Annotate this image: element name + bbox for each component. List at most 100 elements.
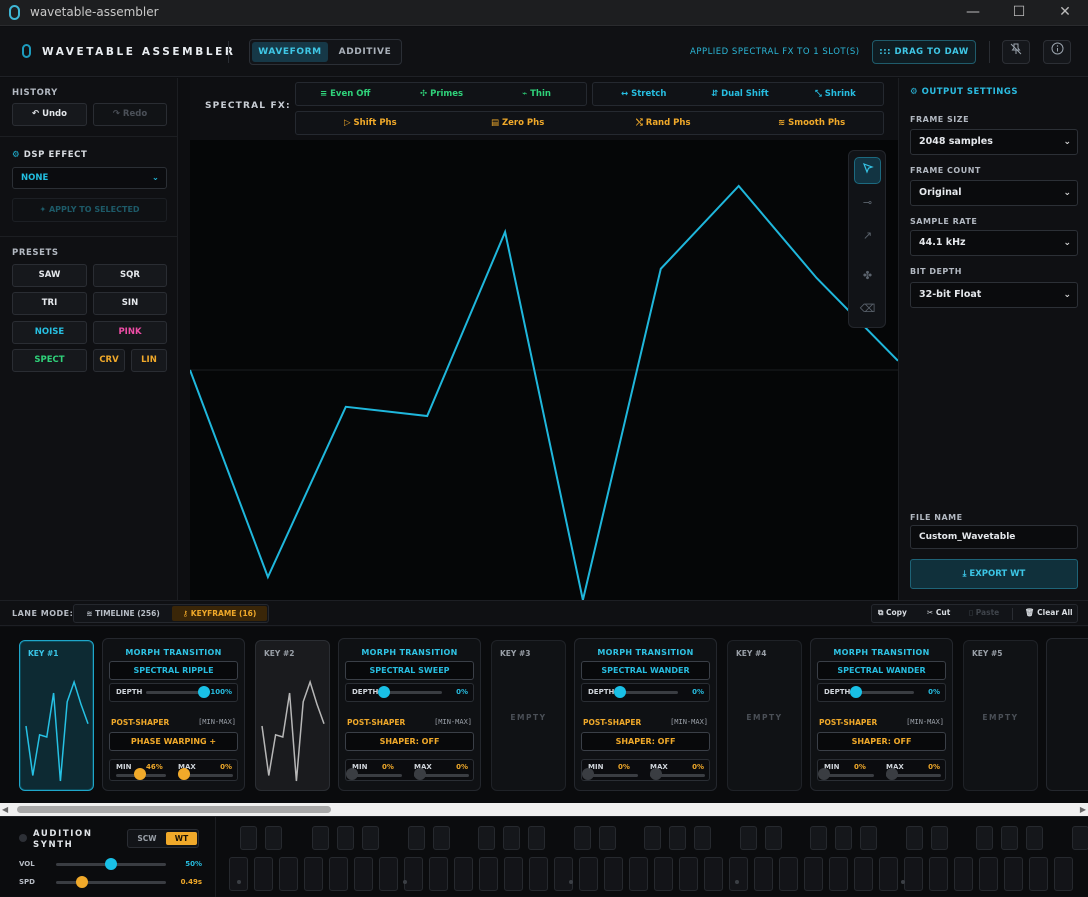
piano-key-white[interactable] [629, 857, 648, 891]
min-slider-thumb[interactable] [582, 768, 594, 780]
piano-key-white[interactable] [454, 857, 473, 891]
piano-key-black[interactable] [644, 826, 661, 850]
min-slider-thumb[interactable] [134, 768, 146, 780]
preset-spect-button[interactable]: SPECT [12, 349, 87, 372]
max-slider-thumb[interactable] [414, 768, 426, 780]
piano-key-white[interactable] [929, 857, 948, 891]
piano-key-white[interactable] [779, 857, 798, 891]
fx-smooth-phs-button[interactable]: ≋ Smooth Phs [778, 112, 845, 134]
piano-key-white[interactable] [704, 857, 723, 891]
piano-key-white[interactable] [754, 857, 773, 891]
piano-key-white[interactable] [1054, 857, 1073, 891]
fx-rand-phs-button[interactable]: ⤭ Rand Phs [636, 112, 691, 134]
preset-sqr-button[interactable]: SQR [93, 264, 167, 287]
piano-key-white[interactable] [554, 857, 573, 891]
max-slider-thumb[interactable] [650, 768, 662, 780]
piano-key-white[interactable] [429, 857, 448, 891]
piano-key-black[interactable] [362, 826, 379, 850]
piano-key-white[interactable] [254, 857, 273, 891]
piano-key-black[interactable] [433, 826, 450, 850]
spd-track[interactable] [56, 881, 166, 884]
morph-type-select[interactable]: SPECTRAL SWEEP [345, 661, 474, 680]
piano-key-black[interactable] [408, 826, 425, 850]
piano-key-white[interactable] [1004, 857, 1023, 891]
frame-count-select[interactable]: Original ⌄ [910, 180, 1078, 206]
piano-key-white[interactable] [579, 857, 598, 891]
eraser-tool[interactable]: ⌫ [854, 296, 881, 323]
spd-slider-thumb[interactable] [75, 876, 88, 888]
piano-key-white[interactable] [279, 857, 298, 891]
piano-key-white[interactable] [379, 857, 398, 891]
depth-track[interactable] [618, 691, 678, 694]
piano-key-black[interactable] [976, 826, 993, 850]
piano-key-white[interactable] [879, 857, 898, 891]
shaper-select[interactable]: SHAPER: OFF [345, 732, 474, 751]
max-slider-thumb[interactable] [178, 768, 190, 780]
piano-key-white[interactable] [354, 857, 373, 891]
scroll-left-icon[interactable]: ◀ [2, 805, 8, 814]
fx-even-off-button[interactable]: ≡ Even Off [320, 83, 370, 105]
vol-slider-thumb[interactable] [105, 858, 117, 870]
piano-key-white[interactable] [804, 857, 823, 891]
apply-to-selected-button[interactable]: ✦ APPLY TO SELECTED [12, 198, 167, 222]
clear-all-button[interactable]: 🗑 Clear All [1025, 608, 1073, 617]
tab-timeline[interactable]: ≋ TIMELINE (256) [76, 606, 170, 621]
fx-thin-button[interactable]: ⌁ Thin [522, 83, 551, 105]
fx-stretch-button[interactable]: ↔ Stretch [621, 83, 666, 105]
depth-track[interactable] [854, 691, 914, 694]
depth-slider-thumb[interactable] [614, 686, 626, 698]
piano-key-black[interactable] [599, 826, 616, 850]
waveform-plot[interactable] [189, 140, 899, 601]
depth-slider-thumb[interactable] [378, 686, 390, 698]
piano-key-white[interactable] [904, 857, 923, 891]
cut-button[interactable]: ✂ Cut [927, 608, 950, 617]
piano-key-black[interactable] [810, 826, 827, 850]
unpin-button[interactable] [1002, 40, 1030, 64]
redo-button[interactable]: ↷ Redo [93, 103, 167, 126]
shaper-select[interactable]: SHAPER: OFF [581, 732, 710, 751]
horizontal-scrollbar[interactable]: ◀ ▶ [0, 803, 1088, 816]
depth-track[interactable] [382, 691, 442, 694]
wt-toggle[interactable]: WT [166, 832, 197, 845]
point-tool[interactable]: ⊸ [854, 190, 881, 217]
max-slider-thumb[interactable] [886, 768, 898, 780]
minimize-icon[interactable]: — [950, 0, 996, 26]
shaper-select[interactable]: PHASE WARPING + [109, 732, 238, 751]
file-name-input[interactable]: Custom_Wavetable [910, 525, 1078, 549]
fx-zero-phs-button[interactable]: ▤ Zero Phs [491, 112, 544, 134]
piano-key-white[interactable] [654, 857, 673, 891]
fx-shift-phs-button[interactable]: ▷ Shift Phs [344, 112, 397, 134]
piano-key-black[interactable] [1001, 826, 1018, 850]
piano-key-white[interactable] [854, 857, 873, 891]
waveform-line[interactable] [189, 184, 899, 601]
piano-key-white[interactable] [829, 857, 848, 891]
piano-key-black[interactable] [1026, 826, 1043, 850]
piano-key-white[interactable] [479, 857, 498, 891]
min-slider-thumb[interactable] [346, 768, 358, 780]
piano-key-white[interactable] [329, 857, 348, 891]
preset-tri-button[interactable]: TRI [12, 292, 87, 315]
piano-key-white[interactable] [1029, 857, 1048, 891]
morph-type-select[interactable]: SPECTRAL RIPPLE [109, 661, 238, 680]
piano-key-black[interactable] [240, 826, 257, 850]
fx-shrink-button[interactable]: ⤡ Shrink [815, 83, 856, 105]
piano-key-black[interactable] [265, 826, 282, 850]
piano-key-white[interactable] [979, 857, 998, 891]
piano-key-black[interactable] [835, 826, 852, 850]
keyframe-slot-5[interactable]: KEY #5 EMPTY [963, 640, 1038, 791]
shaper-select[interactable]: SHAPER: OFF [817, 732, 946, 751]
morph-type-select[interactable]: SPECTRAL WANDER [581, 661, 710, 680]
depth-slider-thumb[interactable] [198, 686, 210, 698]
paste-button[interactable]: ▯ Paste [969, 608, 999, 617]
drag-to-daw-button[interactable]: ::: DRAG TO DAW [872, 40, 976, 64]
piano-key-black[interactable] [574, 826, 591, 850]
frame-size-select[interactable]: 2048 samples ⌄ [910, 129, 1078, 155]
piano-key-black[interactable] [669, 826, 686, 850]
piano-key-black[interactable] [740, 826, 757, 850]
piano-key-black[interactable] [312, 826, 329, 850]
piano-key-white[interactable] [954, 857, 973, 891]
tab-additive[interactable]: ADDITIVE [330, 42, 400, 62]
preset-sin-button[interactable]: SIN [93, 292, 167, 315]
piano-key-black[interactable] [906, 826, 923, 850]
keyframe-slot-1[interactable]: KEY #1 [19, 640, 94, 791]
